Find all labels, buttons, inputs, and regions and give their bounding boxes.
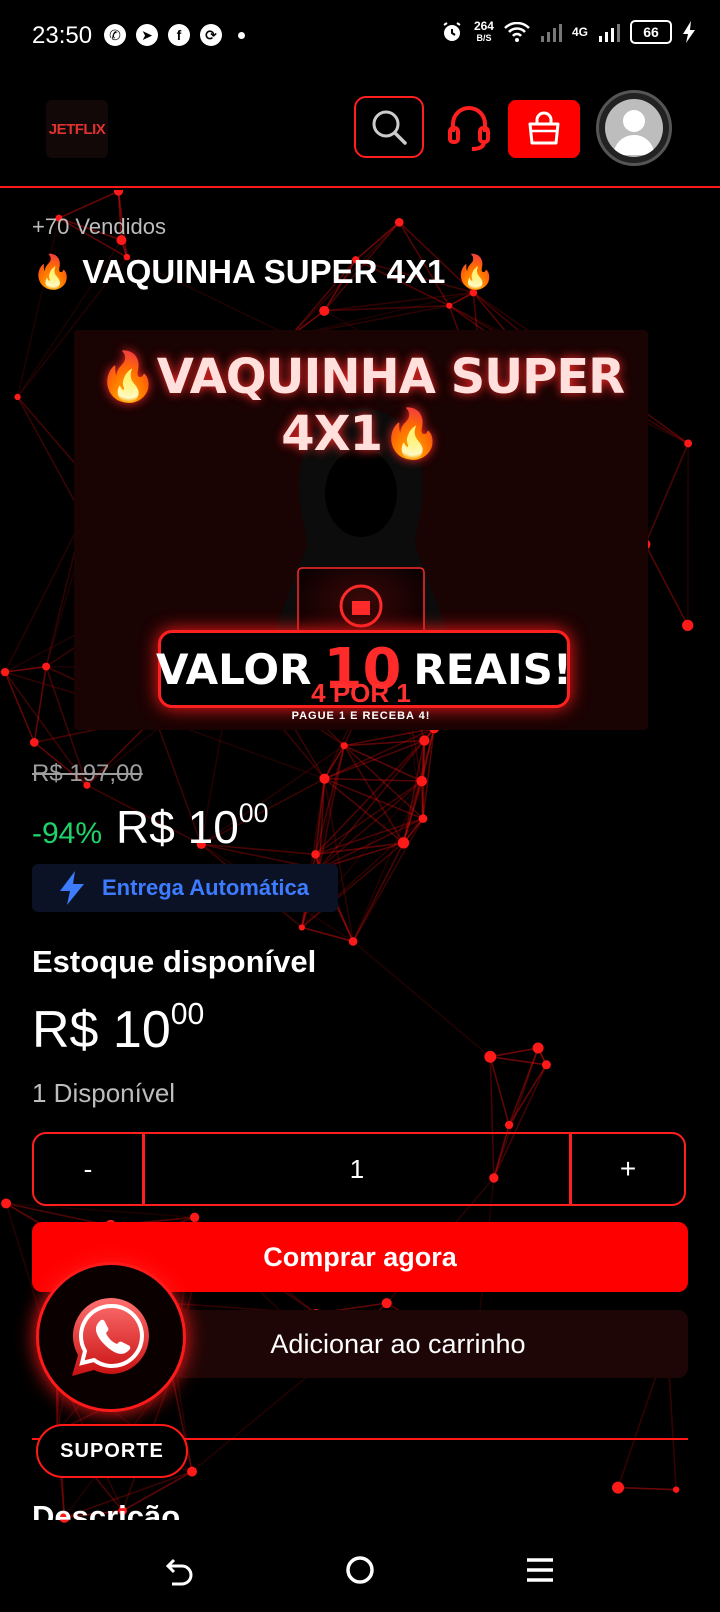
alarm-icon [443, 22, 461, 41]
shopping-bag-icon [528, 111, 560, 145]
banner-title: 🔥VAQUINHA SUPER 4X1🔥 [97, 349, 625, 462]
available-count: 1 Disponível [32, 1078, 176, 1108]
whatsapp-float-button[interactable] [36, 1262, 186, 1412]
signal-icon-2 [599, 24, 620, 42]
increase-quantity-button[interactable]: + [569, 1134, 684, 1204]
header-divider [0, 186, 720, 188]
wifi-icon [504, 22, 530, 42]
delivery-label: Entrega Automática [102, 875, 310, 900]
lightning-icon [54, 864, 90, 912]
product-title: 🔥 VAQUINHA SUPER 4X1 🔥 [32, 253, 496, 290]
support-chip[interactable]: SUPORTE [36, 1424, 188, 1478]
product-banner-image: 🔥VAQUINHA SUPER 4X1🔥 VALOR 10 REAIS! 4 P… [74, 330, 648, 730]
status-bar: 23:50 ✆ ➤ f ⟳ 264 B/S 4G 66 [0, 0, 720, 72]
current-price: R$ 1000 [116, 798, 269, 853]
cart-button[interactable] [508, 100, 580, 158]
price-row: -94% R$ 1000 [32, 798, 269, 854]
charging-icon [683, 21, 695, 43]
network-speed: 264 B/S [473, 19, 494, 43]
support-button[interactable] [444, 100, 494, 156]
home-circle-icon [346, 1556, 374, 1584]
back-button[interactable] [156, 1546, 204, 1594]
search-button[interactable] [354, 96, 424, 158]
add-to-cart-button[interactable]: Adicionar ao carrinho [172, 1310, 688, 1378]
discount-badge: -94% [32, 817, 103, 850]
decrease-quantity-button[interactable]: - [34, 1134, 145, 1204]
banner-offer: 4 POR 1 [311, 678, 411, 708]
user-avatar-icon [605, 99, 663, 157]
notification-icons: ✆ ➤ f ⟳ [104, 24, 245, 46]
auto-delivery-badge: Entrega Automática [32, 864, 338, 912]
battery-indicator: 66 [630, 20, 672, 44]
sold-count: +70 Vendidos [32, 214, 166, 239]
banner-offer-sub: PAGUE 1 E RECEBA 4! [291, 710, 431, 722]
network-type: 4G [571, 25, 588, 39]
user-avatar[interactable] [596, 90, 672, 166]
status-right: 264 B/S 4G 66 [440, 20, 696, 44]
sync-icon: ⟳ [200, 24, 222, 46]
stock-price: R$ 1000 [32, 998, 205, 1059]
old-price: R$ 197,00 [32, 760, 143, 787]
more-notifications-dot [238, 31, 245, 39]
home-button[interactable] [336, 1546, 384, 1594]
jetflix-logo[interactable]: JETFLIX [46, 100, 108, 158]
description-heading: Descrição [32, 1500, 181, 1520]
signal-icon [540, 24, 562, 42]
recents-button[interactable] [516, 1546, 564, 1594]
headset-icon [448, 106, 490, 151]
facebook-icon: f [168, 24, 190, 46]
menu-icon [527, 1558, 553, 1582]
telegram-icon: ➤ [136, 24, 158, 46]
back-icon [165, 1558, 193, 1586]
status-time: 23:50 [32, 22, 93, 49]
whatsapp-icon [72, 1297, 149, 1376]
system-nav-bar [0, 1524, 720, 1612]
add-to-cart-label: Adicionar ao carrinho [270, 1328, 526, 1359]
search-icon [372, 110, 407, 145]
quantity-stepper: - 1 + [32, 1132, 686, 1206]
app-header: JETFLIX [0, 88, 720, 188]
stock-title: Estoque disponível [32, 944, 317, 979]
whatsapp-icon: ✆ [104, 24, 126, 46]
quantity-value[interactable]: 1 [145, 1134, 569, 1204]
